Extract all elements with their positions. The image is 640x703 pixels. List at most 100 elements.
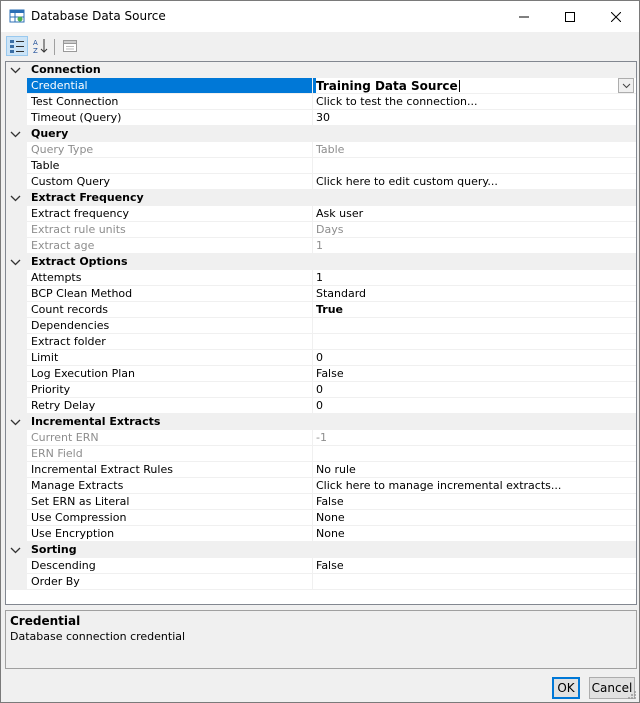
- dropdown-button[interactable]: [618, 78, 634, 93]
- category-header[interactable]: Sorting: [6, 542, 636, 558]
- property-name[interactable]: Extract age: [27, 238, 316, 254]
- property-name[interactable]: ERN Field: [27, 446, 316, 462]
- maximize-button[interactable]: [547, 1, 593, 32]
- property-row[interactable]: Dependencies: [6, 318, 636, 334]
- property-value[interactable]: 30: [312, 110, 636, 126]
- property-row[interactable]: Manage Extracts Click here to manage incr…: [6, 478, 636, 494]
- property-name[interactable]: Table: [27, 158, 316, 174]
- category-header[interactable]: Connection: [6, 62, 636, 78]
- property-name[interactable]: Custom Query: [27, 174, 316, 190]
- property-value[interactable]: True: [312, 302, 636, 318]
- category-header[interactable]: Extract Options: [6, 254, 636, 270]
- property-name[interactable]: Priority: [27, 382, 316, 398]
- property-row[interactable]: Incremental Extract Rules No rule: [6, 462, 636, 478]
- property-name[interactable]: BCP Clean Method: [27, 286, 316, 302]
- property-grid[interactable]: Connection Credential Training Data Source…: [5, 61, 637, 605]
- property-name[interactable]: Count records: [27, 302, 316, 318]
- property-row[interactable]: Attempts 1: [6, 270, 636, 286]
- property-value[interactable]: False: [312, 558, 636, 574]
- property-name[interactable]: Manage Extracts: [27, 478, 316, 494]
- property-row[interactable]: Query Type Table: [6, 142, 636, 158]
- property-row[interactable]: Timeout (Query) 30: [6, 110, 636, 126]
- property-row[interactable]: Custom Query Click here to edit custom qu…: [6, 174, 636, 190]
- property-value[interactable]: [312, 334, 636, 350]
- property-value-editor[interactable]: Training Data Source: [312, 78, 636, 94]
- property-value[interactable]: [312, 318, 636, 334]
- property-value[interactable]: 0: [312, 350, 636, 366]
- property-value[interactable]: False: [312, 366, 636, 382]
- property-name[interactable]: Query Type: [27, 142, 316, 158]
- property-name[interactable]: Log Execution Plan: [27, 366, 316, 382]
- property-row[interactable]: Use Compression None: [6, 510, 636, 526]
- property-row[interactable]: Extract folder: [6, 334, 636, 350]
- property-name[interactable]: Dependencies: [27, 318, 316, 334]
- property-row[interactable]: Extract frequency Ask user: [6, 206, 636, 222]
- category-gutter[interactable]: [6, 254, 27, 270]
- property-name[interactable]: Incremental Extract Rules: [27, 462, 316, 478]
- property-value[interactable]: Click here to manage incremental extract…: [312, 478, 636, 494]
- property-name[interactable]: Retry Delay: [27, 398, 316, 414]
- property-row[interactable]: BCP Clean Method Standard: [6, 286, 636, 302]
- property-row[interactable]: Test Connection Click to test the connect…: [6, 94, 636, 110]
- property-value[interactable]: [312, 574, 636, 590]
- chevron-down-icon[interactable]: [10, 417, 21, 427]
- chevron-down-icon[interactable]: [10, 129, 21, 139]
- property-row[interactable]: Descending False: [6, 558, 636, 574]
- alphabetical-sort-button[interactable]: AZ: [30, 36, 52, 56]
- property-value[interactable]: False: [312, 494, 636, 510]
- property-row[interactable]: Credential Training Data Source: [6, 78, 636, 94]
- property-value-text[interactable]: Training Data Source: [316, 79, 458, 93]
- category-header[interactable]: Incremental Extracts: [6, 414, 636, 430]
- property-value[interactable]: None: [312, 526, 636, 542]
- chevron-down-icon[interactable]: [10, 257, 21, 267]
- property-name[interactable]: Use Encryption: [27, 526, 316, 542]
- property-name[interactable]: Timeout (Query): [27, 110, 316, 126]
- category-header[interactable]: Query: [6, 126, 636, 142]
- category-header[interactable]: Extract Frequency: [6, 190, 636, 206]
- property-row[interactable]: Limit 0: [6, 350, 636, 366]
- property-value[interactable]: 0: [312, 382, 636, 398]
- property-row[interactable]: Current ERN -1: [6, 430, 636, 446]
- property-row[interactable]: Priority 0: [6, 382, 636, 398]
- property-value[interactable]: 0: [312, 398, 636, 414]
- property-name[interactable]: Limit: [27, 350, 316, 366]
- property-pages-button[interactable]: [59, 36, 81, 56]
- chevron-down-icon[interactable]: [10, 193, 21, 203]
- property-row[interactable]: Use Encryption None: [6, 526, 636, 542]
- title-bar[interactable]: Database Data Source: [1, 1, 639, 32]
- chevron-down-icon[interactable]: [10, 65, 21, 75]
- property-name[interactable]: Credential: [27, 78, 316, 94]
- property-row[interactable]: Order By: [6, 574, 636, 590]
- property-name[interactable]: Use Compression: [27, 510, 316, 526]
- property-name[interactable]: Descending: [27, 558, 316, 574]
- property-row[interactable]: Count records True: [6, 302, 636, 318]
- property-value[interactable]: None: [312, 510, 636, 526]
- property-value[interactable]: Click to test the connection...: [312, 94, 636, 110]
- resize-grip-icon[interactable]: [627, 690, 637, 700]
- category-gutter[interactable]: [6, 190, 27, 206]
- property-row[interactable]: Log Execution Plan False: [6, 366, 636, 382]
- property-name[interactable]: Current ERN: [27, 430, 316, 446]
- property-name[interactable]: Extract folder: [27, 334, 316, 350]
- property-value[interactable]: Click here to edit custom query...: [312, 174, 636, 190]
- property-value[interactable]: 1: [312, 270, 636, 286]
- minimize-button[interactable]: [501, 1, 547, 32]
- category-gutter[interactable]: [6, 126, 27, 142]
- category-gutter[interactable]: [6, 62, 27, 78]
- categorized-view-button[interactable]: [6, 36, 28, 56]
- ok-button[interactable]: OK: [552, 677, 580, 699]
- property-row[interactable]: Table: [6, 158, 636, 174]
- chevron-down-icon[interactable]: [10, 545, 21, 555]
- property-value[interactable]: Standard: [312, 286, 636, 302]
- property-name[interactable]: Extract rule units: [27, 222, 316, 238]
- category-gutter[interactable]: [6, 414, 27, 430]
- property-name[interactable]: Attempts: [27, 270, 316, 286]
- property-row[interactable]: Retry Delay 0: [6, 398, 636, 414]
- property-value[interactable]: [312, 158, 636, 174]
- property-value[interactable]: Ask user: [312, 206, 636, 222]
- property-row[interactable]: Set ERN as Literal False: [6, 494, 636, 510]
- property-value[interactable]: No rule: [312, 462, 636, 478]
- property-row[interactable]: ERN Field: [6, 446, 636, 462]
- property-name[interactable]: Order By: [27, 574, 316, 590]
- property-row[interactable]: Extract rule units Days: [6, 222, 636, 238]
